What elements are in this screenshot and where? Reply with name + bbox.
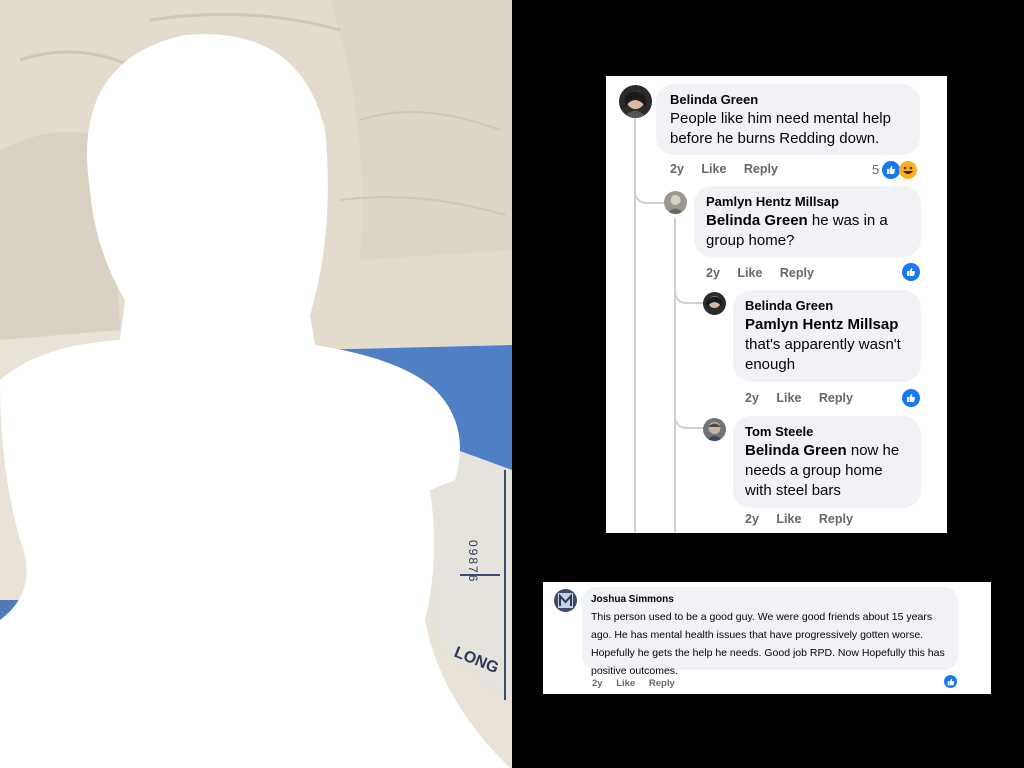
comment-bubble: Joshua Simmons This person used to be a … [582,587,958,677]
like-button[interactable]: Like [701,162,726,176]
thread-line [674,218,676,533]
avatar-photo [667,195,684,214]
comment-author[interactable]: Belinda Green [745,298,909,313]
like-button[interactable]: Like [616,678,635,689]
avatar[interactable] [619,85,652,118]
avatar[interactable] [664,191,687,214]
mention-link[interactable]: Pamlyn Hentz Millsap [745,315,909,335]
comment-bubble: Pamlyn Hentz Millsap Belinda Green he wa… [694,186,921,257]
like-button[interactable]: Like [776,391,801,405]
hospital-photo: 09876 LONG [0,0,512,768]
avatar[interactable] [554,589,577,612]
avatar-photo [707,296,722,308]
avatar[interactable] [703,418,726,441]
reply-button[interactable]: Reply [819,391,853,405]
comment-author[interactable]: Joshua Simmons [591,594,949,605]
thread-elbow [634,176,664,204]
reply-button[interactable]: Reply [780,266,814,280]
comment-author[interactable]: Tom Steele [745,424,909,439]
haha-reaction-icon [899,161,917,179]
comment-actions: 2y Like Reply [670,162,792,176]
like-reaction-icon[interactable] [902,389,920,407]
comment-actions: 2y Like Reply [592,678,689,689]
avatar-photo [558,593,573,608]
comment-text: People like him need mental help before … [670,110,891,147]
avatar[interactable] [703,292,726,315]
comment-card: Joshua Simmons This person used to be a … [543,582,991,694]
avatar-photo [706,422,723,441]
avatar-photo [624,91,647,118]
comment-bubble: Belinda Green People like him need menta… [656,84,920,155]
comment-thread-card: Belinda Green People like him need menta… [606,76,947,533]
like-reaction-icon[interactable] [902,263,920,281]
comment-actions: 2y Like Reply [706,266,828,280]
like-reaction-icon[interactable] [944,675,957,688]
comment-actions: 2y Like Reply [745,391,867,405]
comment-bubble: Tom Steele Belinda Green now he needs a … [733,416,921,508]
reply-button[interactable]: Reply [649,678,675,689]
comment-text: that's apparently wasn't enough [745,336,901,373]
comment-author[interactable]: Belinda Green [670,92,906,107]
comment-time[interactable]: 2y [592,678,603,689]
mention-link[interactable]: Belinda Green [745,442,847,459]
comment-actions: 2y Like Reply [745,512,867,526]
mention-link[interactable]: Belinda Green [706,212,808,229]
comment-text: This person used to be a good guy. We we… [591,611,945,677]
comment-bubble: Belinda Green Pamlyn Hentz Millsap that'… [733,290,921,382]
thread-elbow [674,401,704,429]
like-button[interactable]: Like [776,512,801,526]
reply-button[interactable]: Reply [819,512,853,526]
wristband-number: 09876 [466,540,480,584]
comment-time[interactable]: 2y [706,266,720,280]
comment-author[interactable]: Pamlyn Hentz Millsap [706,194,909,209]
like-button[interactable]: Like [737,266,762,280]
comment-time[interactable]: 2y [745,391,759,405]
reaction-count[interactable]: 5 [872,162,879,177]
reply-button[interactable]: Reply [744,162,778,176]
photo-scene [0,0,512,768]
comment-time[interactable]: 2y [745,512,759,526]
like-reaction-icon [882,161,900,179]
thread-elbow [674,276,704,304]
comment-time[interactable]: 2y [670,162,684,176]
